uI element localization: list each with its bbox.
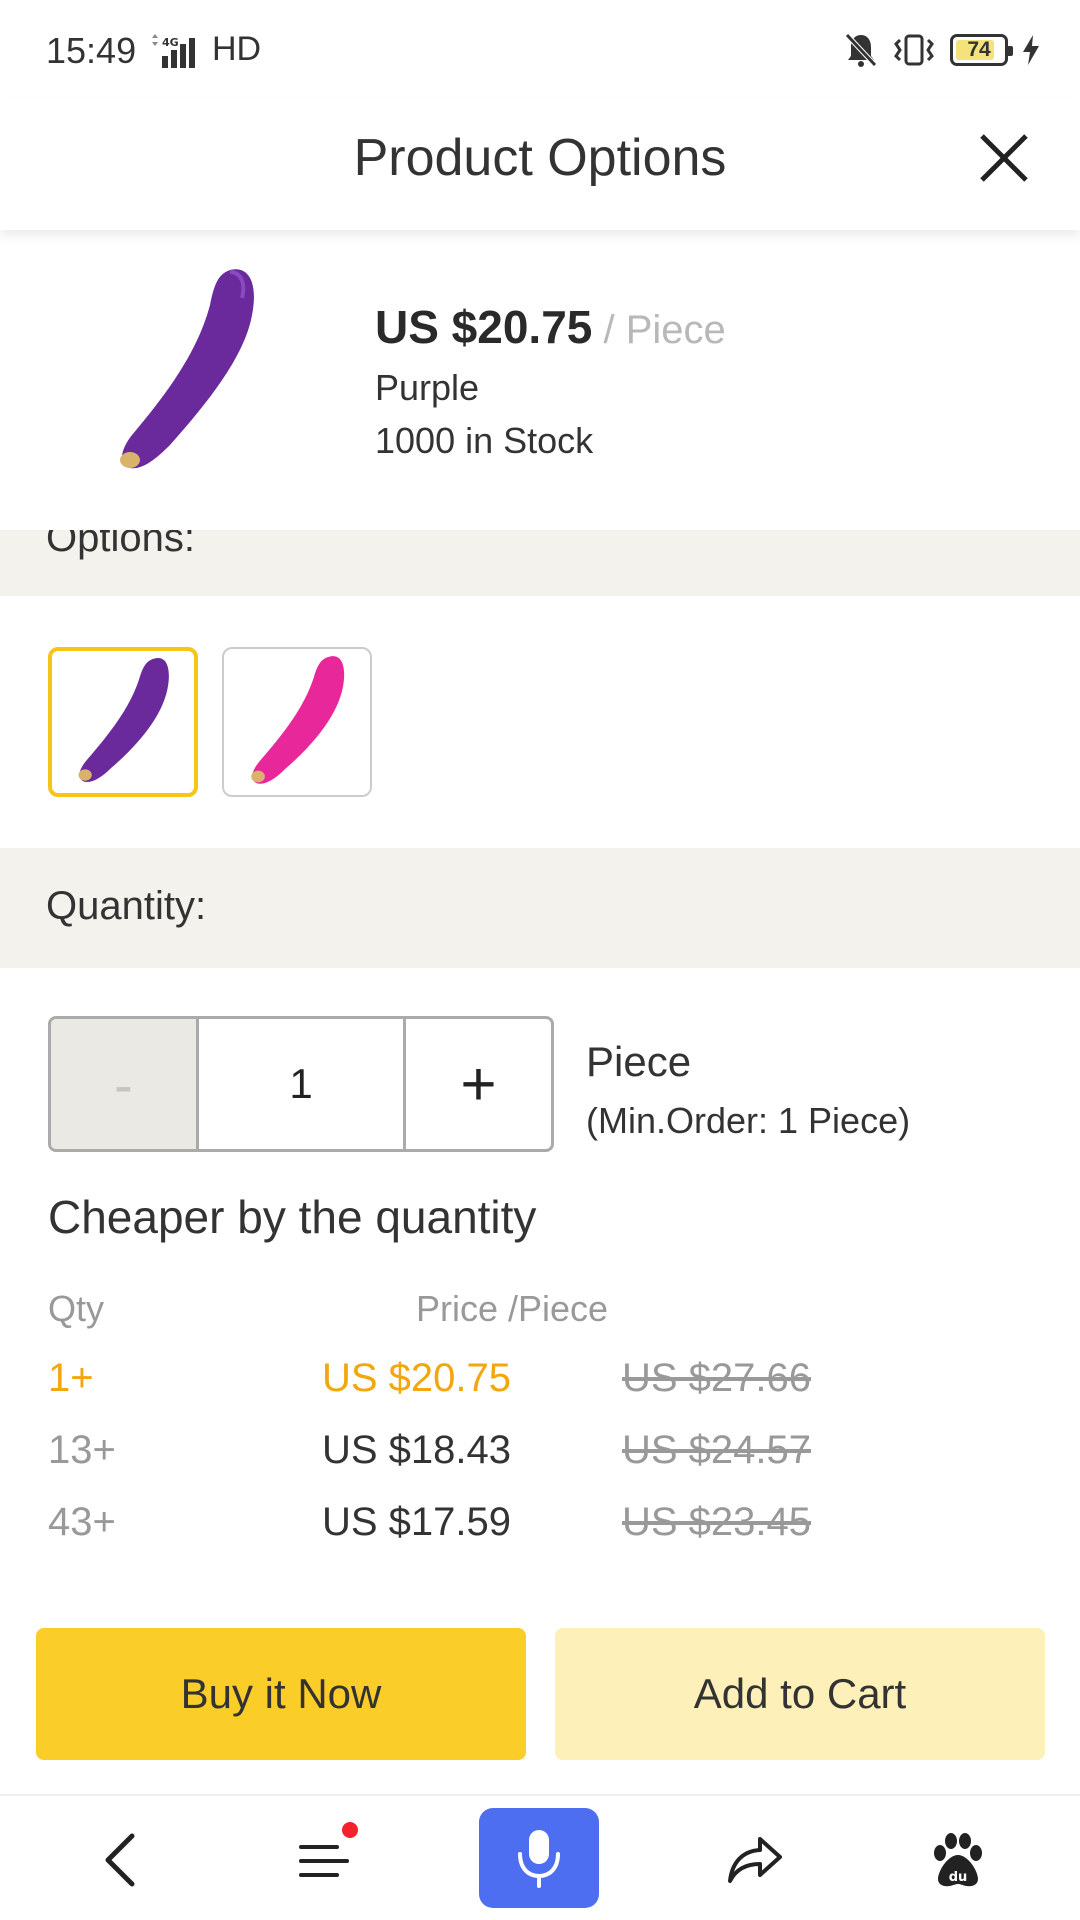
- tier-column-qty: Qty: [48, 1288, 105, 1329]
- variant-option-pink[interactable]: [222, 647, 372, 797]
- tier-pricing-title: Cheaper by the quantity: [48, 1191, 537, 1243]
- increase-button[interactable]: +: [403, 1019, 551, 1149]
- tier-qty: 43+: [48, 1500, 116, 1544]
- tier-price: US $18.43: [322, 1428, 512, 1472]
- svg-text:4G: 4G: [162, 36, 179, 49]
- share-icon: [728, 1837, 782, 1883]
- notification-dot: [342, 1822, 358, 1838]
- variant-image-purple: [78, 657, 169, 783]
- tier-price: US $17.59: [322, 1500, 512, 1544]
- tier-original-price: US $23.45: [622, 1500, 812, 1544]
- charging-icon: [1023, 35, 1039, 65]
- stock-count: 1000 in Stock: [375, 420, 594, 461]
- hd-indicator: HD: [212, 30, 262, 68]
- voice-search-button[interactable]: [479, 1808, 599, 1908]
- close-icon[interactable]: [968, 122, 1040, 194]
- buy-now-button[interactable]: Buy it Now: [36, 1628, 526, 1760]
- menu-icon: [299, 1845, 349, 1877]
- baidu-paw-icon: du: [934, 1833, 982, 1887]
- options-section-header: Options:: [0, 530, 1080, 596]
- quantity-section-header: Quantity:: [0, 848, 1080, 968]
- status-time: 15:49: [46, 30, 137, 71]
- page-title: Product Options: [353, 129, 727, 187]
- quantity-input[interactable]: 1: [199, 1019, 403, 1149]
- price-unit: / Piece: [592, 308, 726, 352]
- options-label: Options:: [46, 530, 195, 560]
- product-image: [120, 269, 254, 469]
- signal-icon: 4G: [152, 34, 195, 68]
- header: Product Options: [0, 100, 1080, 230]
- product-price: US $20.75 / Piece: [375, 300, 726, 354]
- battery-icon: 74: [950, 34, 1013, 66]
- microphone-icon: [518, 1830, 560, 1888]
- price-value: US $20.75: [375, 301, 593, 353]
- mute-bell-icon: [845, 33, 877, 67]
- bottom-navigation: du: [0, 1794, 1080, 1920]
- tier-qty: 13+: [48, 1428, 116, 1472]
- tier-original-price: US $24.57: [622, 1428, 812, 1472]
- tier-qty: 1+: [48, 1356, 94, 1400]
- variant-image-pink: [251, 656, 345, 784]
- back-button[interactable]: [80, 1822, 160, 1898]
- chevron-left-icon: [105, 1833, 135, 1887]
- status-bar: 15:49 4G HD 74: [0, 0, 1080, 100]
- min-order-note: (Min.Order: 1 Piece): [586, 1100, 911, 1141]
- vibrate-icon: [894, 34, 934, 66]
- menu-button[interactable]: [284, 1822, 364, 1898]
- baidu-button[interactable]: du: [918, 1822, 998, 1898]
- quantity-unit: Piece: [586, 1038, 692, 1085]
- quantity-stepper: - 1 +: [48, 1016, 554, 1152]
- quantity-label: Quantity:: [46, 884, 207, 928]
- product-summary: US $20.75 / Piece Purple 1000 in Stock: [0, 230, 1080, 530]
- tier-column-price: Price /Piece: [416, 1288, 609, 1329]
- tier-price: US $20.75: [322, 1356, 512, 1400]
- tier-row: 43+ US $17.59 US $23.45: [0, 1500, 1080, 1560]
- share-button[interactable]: [716, 1822, 796, 1898]
- status-icons: 74: [844, 28, 1040, 72]
- svg-text:du: du: [949, 1870, 968, 1885]
- decrease-button[interactable]: -: [51, 1019, 199, 1149]
- selected-color: Purple: [375, 367, 480, 408]
- tier-row: 1+ US $20.75 US $27.66: [0, 1356, 1080, 1416]
- tier-original-price: US $27.66: [622, 1356, 812, 1400]
- variant-option-purple[interactable]: [48, 647, 198, 797]
- battery-percent: 74: [967, 38, 991, 61]
- tier-row: 13+ US $18.43 US $24.57: [0, 1428, 1080, 1488]
- add-to-cart-button[interactable]: Add to Cart: [555, 1628, 1045, 1760]
